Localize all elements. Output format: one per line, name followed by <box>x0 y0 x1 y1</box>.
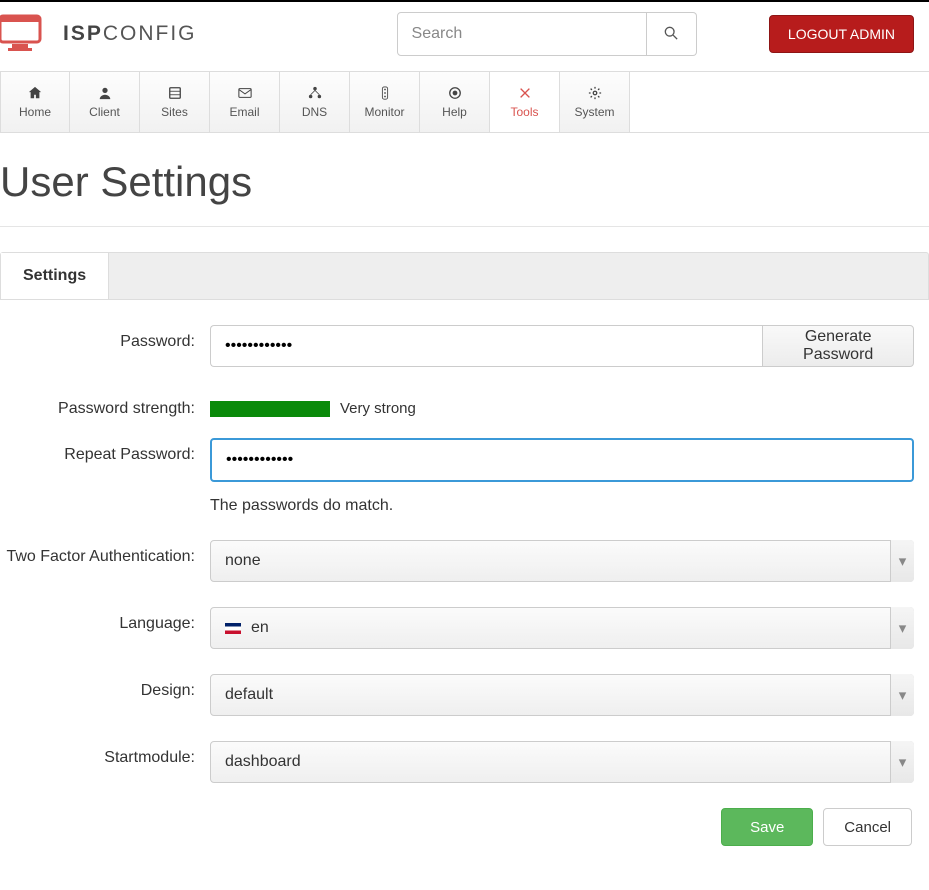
design-value: default <box>225 686 273 704</box>
design-label: Design: <box>0 674 210 700</box>
topbar: ISPCONFIG LOGOUT ADMIN <box>0 0 929 71</box>
search-icon <box>664 26 678 43</box>
form-panel: Password: Generate Password Password str… <box>0 300 929 866</box>
chevron-down-icon: ▾ <box>890 741 914 783</box>
generate-password-button[interactable]: Generate Password <box>762 325 914 367</box>
repeat-password-input[interactable] <box>210 438 914 482</box>
button-row: Save Cancel <box>0 808 914 846</box>
home-icon <box>27 85 43 101</box>
chevron-down-icon: ▾ <box>890 674 914 716</box>
chevron-down-icon: ▾ <box>890 540 914 582</box>
twofa-label: Two Factor Authentication: <box>0 540 210 566</box>
design-select[interactable]: default ▾ <box>210 674 914 716</box>
twofa-value: none <box>225 552 261 570</box>
nav-label: Client <box>89 105 120 119</box>
help-icon <box>447 85 463 101</box>
nav-email[interactable]: Email <box>210 72 280 132</box>
divider <box>0 226 929 227</box>
logo-mark-icon <box>0 14 55 54</box>
nav-label: Home <box>19 105 51 119</box>
monitor-icon <box>377 85 393 101</box>
search-input[interactable] <box>397 12 647 56</box>
save-button[interactable]: Save <box>721 808 813 846</box>
nav-sites[interactable]: Sites <box>140 72 210 132</box>
strength-text: Very strong <box>340 400 416 417</box>
email-icon <box>237 85 253 101</box>
tab-settings[interactable]: Settings <box>1 253 109 299</box>
twofa-select[interactable]: none ▾ <box>210 540 914 582</box>
logo-text: ISPCONFIG <box>63 22 197 46</box>
nav-label: Sites <box>161 105 188 119</box>
tabbar: Settings <box>0 252 929 300</box>
nav-tools[interactable]: Tools <box>490 72 560 132</box>
nav-label: Email <box>229 105 259 119</box>
nav-dns[interactable]: DNS <box>280 72 350 132</box>
page-title: User Settings <box>0 158 929 206</box>
nav-home[interactable]: Home <box>0 72 70 132</box>
gear-icon <box>587 85 603 101</box>
password-input[interactable] <box>210 325 762 367</box>
dns-icon <box>307 85 323 101</box>
nav-label: Tools <box>510 105 538 119</box>
strength-bar <box>210 401 330 417</box>
nav-label: Monitor <box>364 105 404 119</box>
flag-icon <box>225 623 241 634</box>
search-button[interactable] <box>647 12 697 56</box>
nav-system[interactable]: System <box>560 72 630 132</box>
logo: ISPCONFIG <box>0 14 197 54</box>
language-label: Language: <box>0 607 210 633</box>
startmodule-label: Startmodule: <box>0 741 210 767</box>
password-label: Password: <box>0 325 210 351</box>
nav-label: Help <box>442 105 467 119</box>
logout-button[interactable]: LOGOUT ADMIN <box>769 15 914 53</box>
chevron-down-icon: ▾ <box>890 607 914 649</box>
repeat-password-label: Repeat Password: <box>0 438 210 464</box>
nav-help[interactable]: Help <box>420 72 490 132</box>
nav-label: DNS <box>302 105 327 119</box>
search-group <box>397 12 697 56</box>
strength-label: Password strength: <box>0 392 210 418</box>
cancel-button[interactable]: Cancel <box>823 808 912 846</box>
tools-icon <box>517 85 533 101</box>
client-icon <box>97 85 113 101</box>
nav-label: System <box>574 105 614 119</box>
language-select[interactable]: en ▾ <box>210 607 914 649</box>
main-nav: Home Client Sites Email DNS Monitor Help… <box>0 71 929 133</box>
startmodule-value: dashboard <box>225 753 301 771</box>
nav-monitor[interactable]: Monitor <box>350 72 420 132</box>
password-match-message: The passwords do match. <box>210 497 914 515</box>
sites-icon <box>167 85 183 101</box>
startmodule-select[interactable]: dashboard ▾ <box>210 741 914 783</box>
language-value: en <box>251 619 269 637</box>
nav-client[interactable]: Client <box>70 72 140 132</box>
